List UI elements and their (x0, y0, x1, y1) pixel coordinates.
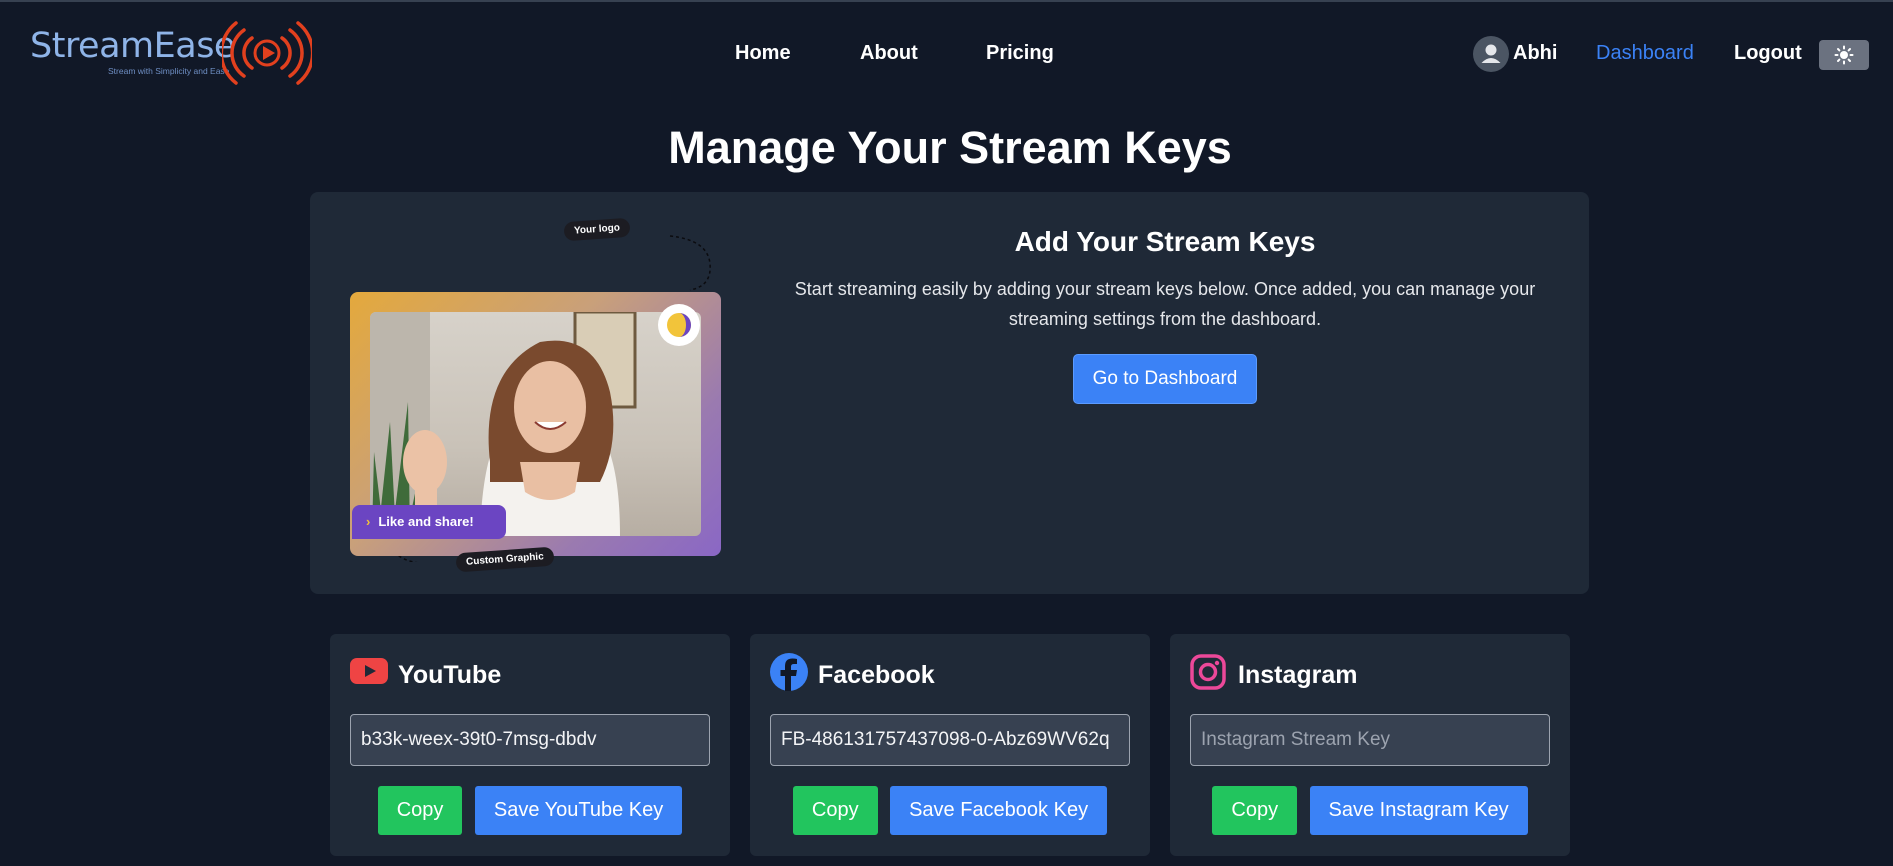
facebook-key-input[interactable] (770, 714, 1130, 766)
instagram-key-input[interactable] (1190, 714, 1550, 766)
nav-logout[interactable]: Logout (1734, 42, 1802, 65)
instagram-icon (1190, 654, 1226, 690)
logo-badge (658, 304, 700, 346)
user-icon (1481, 44, 1501, 63)
hero-card: Your logo › Like and share! Custom Graphi… (310, 192, 1589, 594)
platform-name: Instagram (1238, 661, 1358, 689)
overlay-text: Like and share! (378, 514, 474, 529)
platform-name: YouTube (398, 661, 502, 689)
card-actions: Copy Save Facebook Key (750, 786, 1150, 835)
nav-dashboard[interactable]: Dashboard (1596, 42, 1694, 65)
instagram-key-card: Instagram Copy Save Instagram Key (1170, 634, 1570, 856)
save-facebook-key-button[interactable]: Save Facebook Key (890, 786, 1108, 835)
nav-about[interactable]: About (860, 42, 918, 65)
youtube-icon (350, 658, 388, 684)
card-actions: Copy Save YouTube Key (330, 786, 730, 835)
copy-button[interactable]: Copy (377, 786, 463, 835)
save-youtube-key-button[interactable]: Save YouTube Key (474, 786, 683, 835)
facebook-icon (770, 653, 808, 691)
page-title: Manage Your Stream Keys (668, 122, 1232, 173)
youtube-key-card: YouTube Copy Save YouTube Key (330, 634, 730, 856)
hero-title: Add Your Stream Keys (1014, 226, 1316, 257)
facebook-key-card: Facebook Copy Save Facebook Key (750, 634, 1150, 856)
navbar: StreamEase Stream with Simplicity and Ea… (0, 2, 1893, 106)
nav-pricing[interactable]: Pricing (986, 42, 1054, 65)
user-name: Abhi (1513, 42, 1558, 64)
go-to-dashboard-button[interactable]: Go to Dashboard (1072, 354, 1258, 404)
chevron-right-icon: › (366, 514, 371, 529)
sun-icon (1834, 45, 1854, 65)
hero-content: Add Your Stream Keys Start streaming eas… (770, 222, 1560, 404)
moon-logo-icon (667, 313, 691, 337)
hero-description: Start streaming easily by adding your st… (794, 279, 1536, 329)
streamer-photo (370, 312, 701, 536)
copy-button[interactable]: Copy (792, 786, 878, 835)
copy-button[interactable]: Copy (1212, 786, 1298, 835)
theme-toggle-button[interactable] (1819, 40, 1869, 70)
avatar (1473, 36, 1509, 72)
platform-name: Facebook (818, 661, 935, 689)
nav-home[interactable]: Home (735, 42, 791, 65)
like-and-share-overlay: › Like and share! (352, 505, 506, 539)
card-actions: Copy Save Instagram Key (1170, 786, 1570, 835)
save-instagram-key-button[interactable]: Save Instagram Key (1309, 786, 1528, 835)
stream-illustration: Your logo › Like and share! Custom Graphi… (340, 217, 740, 573)
youtube-key-input[interactable] (350, 714, 710, 766)
